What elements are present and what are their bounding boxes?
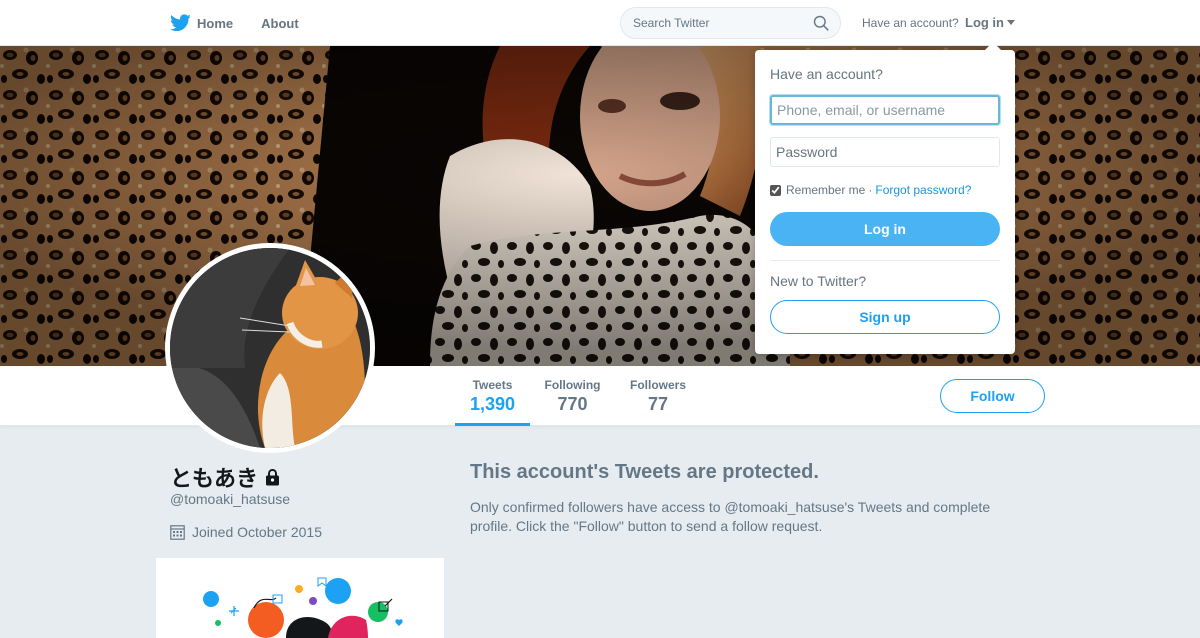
promo-illustration <box>203 577 403 638</box>
signup-button[interactable]: Sign up <box>770 300 1000 334</box>
caret-down-icon <box>1007 20 1015 25</box>
nav-left-group: Home About <box>170 0 327 46</box>
new-to-twitter-text: New to Twitter? <box>770 273 867 289</box>
lock-icon <box>266 468 280 486</box>
stat-value: 1,390 <box>469 394 516 414</box>
home-label: Home <box>197 15 234 31</box>
forgot-password-link[interactable]: Forgot password? <box>875 183 971 197</box>
dropdown-heading: Have an account? <box>770 66 883 82</box>
home-link[interactable]: Home <box>170 14 233 32</box>
login-toggle-label: Log in <box>965 15 1004 30</box>
stat-followers[interactable]: Followers 77 <box>625 366 691 426</box>
profile-name: ともあき <box>170 461 281 493</box>
calendar-icon <box>170 525 185 540</box>
username-field[interactable] <box>770 95 1000 125</box>
signup-promo-card <box>156 558 444 638</box>
account-prompt: Have an account? <box>862 16 959 30</box>
twitter-bird-icon <box>170 14 191 32</box>
avatar-cat-photo <box>170 248 370 448</box>
stat-following[interactable]: Following 770 <box>540 366 605 426</box>
about-link[interactable]: About <box>261 16 299 31</box>
stat-tweets[interactable]: Tweets 1,390 <box>455 366 530 426</box>
protected-body: Only confirmed followers have access to … <box>470 499 991 534</box>
stat-label: Tweets <box>472 378 513 392</box>
login-button[interactable]: Log in <box>770 212 1000 246</box>
remember-row: Remember me · Forgot password? <box>770 183 971 197</box>
login-dropdown-toggle[interactable]: Log in <box>965 15 1015 30</box>
profile-handle[interactable]: @tomoaki_hatsuse <box>170 491 290 507</box>
dropdown-divider <box>770 260 1000 261</box>
stat-label: Followers <box>629 378 686 392</box>
stat-value: 77 <box>647 394 669 414</box>
search-input[interactable] <box>621 8 811 38</box>
search-icon[interactable] <box>813 15 829 31</box>
top-navigation-bar: Home About Have an account? Log in <box>0 0 1200 46</box>
remember-me-checkbox[interactable] <box>770 184 781 196</box>
joined-text: Joined October 2015 <box>192 524 322 540</box>
separator-dot: · <box>868 183 873 197</box>
protected-title: This account's Tweets are protected. <box>470 461 819 483</box>
password-field[interactable] <box>770 137 1000 167</box>
login-dropdown: Have an account? Remember me · Forgot pa… <box>755 42 1015 354</box>
profile-name-text: ともあき <box>170 466 259 491</box>
stat-label: Following <box>544 378 601 392</box>
remember-me-label[interactable]: Remember me <box>786 183 865 197</box>
profile-avatar[interactable] <box>165 243 375 453</box>
stat-value: 770 <box>557 394 588 414</box>
joined-date: Joined October 2015 <box>170 524 322 540</box>
search-box <box>620 7 841 39</box>
follow-button[interactable]: Follow <box>940 379 1045 413</box>
